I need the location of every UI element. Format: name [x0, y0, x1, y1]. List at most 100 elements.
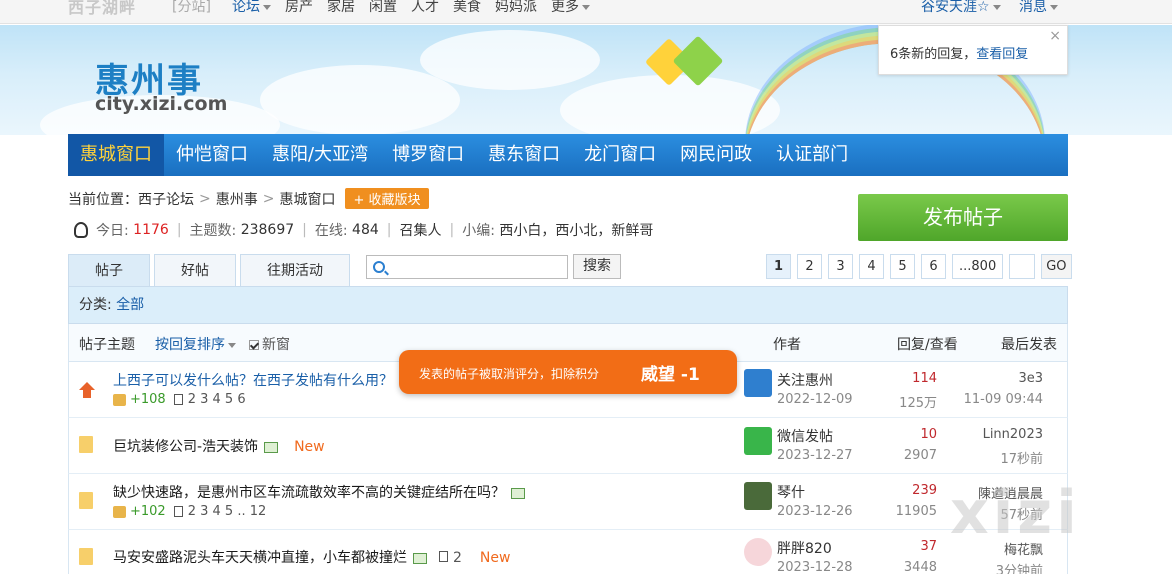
cloud-decoration — [420, 30, 600, 90]
today-count: 1176 — [133, 222, 169, 238]
last-poster[interactable]: Linn2023 — [983, 427, 1043, 442]
top-nav-more[interactable]: 更多 — [551, 0, 590, 16]
page-jump-input[interactable] — [1009, 254, 1036, 279]
messages-menu[interactable]: 消息 — [1019, 0, 1058, 16]
site-logo-domain: city.xizi.com — [95, 93, 228, 115]
thread-title-text: 马安安盛路泥头车天天横冲直撞，小车都被撞烂 — [113, 550, 407, 566]
pages-icon — [173, 394, 183, 405]
board-tab-certified[interactable]: 认证部门 — [764, 134, 860, 176]
image-icon — [413, 552, 427, 564]
thread-title[interactable]: 缺少快速路，是惠州市区车流疏散效率不高的关键症结所在吗？ — [113, 482, 525, 502]
page-link[interactable]: 4 — [859, 254, 884, 279]
top-nav-food[interactable]: 美食 — [453, 0, 481, 16]
reply-count: 114 — [912, 371, 937, 386]
last-poster[interactable]: 3e3 — [1018, 371, 1043, 386]
thread-title-text: 缺少快速路，是惠州市区车流疏散效率不高的关键症结所在吗？ — [113, 485, 505, 501]
avatar[interactable] — [744, 369, 772, 397]
top-nav-moms[interactable]: 妈妈派 — [495, 0, 537, 16]
top-nav-forum[interactable]: 论坛 — [232, 0, 271, 16]
thread-meta: +108 2 3 4 5 6 — [113, 392, 246, 407]
new-window-toggle[interactable]: 新窗 — [249, 334, 290, 354]
page-link[interactable]: 3 — [828, 254, 853, 279]
breadcrumb-separator: > — [262, 190, 275, 207]
lightbulb-icon — [74, 222, 88, 238]
thread-pages[interactable]: 2 3 4 5 .. 12 — [188, 504, 267, 519]
category-filter: 分类: 全部 — [68, 286, 1068, 324]
tab-past-events[interactable]: 往期活动 — [240, 254, 350, 287]
avatar[interactable] — [744, 538, 772, 566]
board-tab-huidong[interactable]: 惠东窗口 — [476, 134, 572, 176]
tab-posts[interactable]: 帖子 — [68, 254, 150, 287]
like-count: +102 — [130, 504, 166, 519]
editors-list[interactable]: 西小白，西小北，新鲜哥 — [499, 220, 653, 240]
breadcrumb-item[interactable]: 西子论坛 — [138, 189, 194, 209]
page-link[interactable]: 6 — [921, 254, 946, 279]
category-all[interactable]: 全部 — [116, 297, 144, 313]
search-button[interactable]: 搜索 — [573, 254, 621, 279]
post-date: 2023-12-28 — [777, 560, 853, 574]
today-label: 今日: — [96, 223, 129, 239]
breadcrumb-item[interactable]: 惠城窗口 — [279, 189, 335, 209]
online-count: 484 — [352, 222, 379, 238]
new-post-button[interactable]: 发布帖子 — [858, 194, 1068, 241]
close-icon[interactable]: × — [1049, 28, 1061, 44]
sort-by-reply[interactable]: 按回复排序 — [155, 334, 236, 354]
page-link[interactable]: 5 — [890, 254, 915, 279]
thread-meta: +102 2 3 4 5 .. 12 — [113, 504, 266, 519]
thread-pages[interactable]: 2 3 4 5 6 — [188, 392, 246, 407]
top-nav-house[interactable]: 房产 — [285, 0, 313, 16]
avatar[interactable] — [744, 427, 772, 455]
pages-icon — [173, 506, 183, 517]
search-icon — [373, 261, 385, 273]
table-row: 巨坑装修公司-浩天装饰 New 微信发帖 2023-12-27 10 2907 L… — [68, 418, 1068, 474]
page-current[interactable]: 1 — [766, 254, 791, 279]
notification-text: 6条新的回复，查看回复 — [890, 43, 1028, 62]
image-icon — [511, 487, 525, 499]
site-brand[interactable]: 西子湖畔 — [68, 0, 136, 18]
top-nav-jobs[interactable]: 人才 — [411, 0, 439, 16]
like-count: +108 — [130, 392, 166, 407]
top-nav-idle[interactable]: 闲置 — [369, 0, 397, 16]
page-last[interactable]: ...800 — [952, 254, 1004, 279]
board-tab-huiyang[interactable]: 惠阳/大亚湾 — [260, 134, 380, 176]
convener-link[interactable]: 召集人 — [400, 220, 442, 240]
board-tab-boluo[interactable]: 博罗窗口 — [380, 134, 476, 176]
table-row: 缺少快速路，是惠州市区车流疏散效率不高的关键症结所在吗？ +102 2 3 4 … — [68, 474, 1068, 530]
page-go-button[interactable]: GO — [1041, 254, 1072, 279]
view-count: 11905 — [895, 504, 937, 519]
thread-title[interactable]: 巨坑装修公司-浩天装饰 New — [113, 436, 325, 456]
thread-page-count[interactable]: 2 — [453, 550, 462, 566]
page-link[interactable]: 2 — [797, 254, 822, 279]
view-replies-link[interactable]: 查看回复 — [976, 47, 1028, 62]
thread-title-text: 巨坑装修公司-浩天装饰 — [113, 439, 259, 455]
last-post-time: 11-09 09:44 — [963, 392, 1043, 407]
branch-link[interactable]: [分站] — [172, 0, 211, 16]
board-tab-wenzheng[interactable]: 网民问政 — [668, 134, 764, 176]
top-nav-home[interactable]: 家居 — [327, 0, 355, 16]
board-tab-longmen[interactable]: 龙门窗口 — [572, 134, 668, 176]
board-tab-huicheng[interactable]: 惠城窗口 — [68, 134, 164, 176]
notification-message: 6条新的回复， — [890, 47, 977, 62]
toast-value: 威望 -1 — [641, 365, 700, 385]
author-name[interactable]: 关注惠州 — [777, 370, 833, 390]
author-name[interactable]: 微信发帖 — [777, 426, 833, 446]
reply-count: 37 — [920, 539, 937, 554]
thumbs-up-icon — [113, 505, 126, 518]
user-menu[interactable]: 谷安天涯☆ — [921, 0, 1001, 16]
category-label: 分类: — [79, 297, 112, 313]
score-toast: 发表的帖子被取消评分，扣除积分 威望 -1 — [399, 350, 737, 394]
thread-title[interactable]: 上西子可以发什么帖？在西子发帖有什么用？ — [113, 370, 393, 390]
view-count: 2907 — [903, 448, 937, 463]
board-tab-zhongkai[interactable]: 仲恺窗口 — [164, 134, 260, 176]
table-row: 马安安盛路泥头车天天横冲直撞，小车都被撞烂 2 New 胖胖820 2023-12-… — [68, 530, 1068, 574]
author-name[interactable]: 琴什 — [777, 482, 805, 502]
new-badge: New — [479, 550, 511, 566]
avatar[interactable] — [744, 482, 772, 510]
thread-title[interactable]: 马安安盛路泥头车天天横冲直撞，小车都被撞烂 2 New — [113, 547, 510, 567]
pagination: 1 2 3 4 5 6 ...800 GO — [766, 254, 1072, 279]
tab-good-posts[interactable]: 好帖 — [154, 254, 236, 287]
search-input[interactable] — [366, 255, 568, 279]
author-name[interactable]: 胖胖820 — [777, 538, 832, 558]
breadcrumb-item[interactable]: 惠州事 — [216, 189, 258, 209]
favorite-board-button[interactable]: + 收藏版块 — [345, 188, 429, 209]
